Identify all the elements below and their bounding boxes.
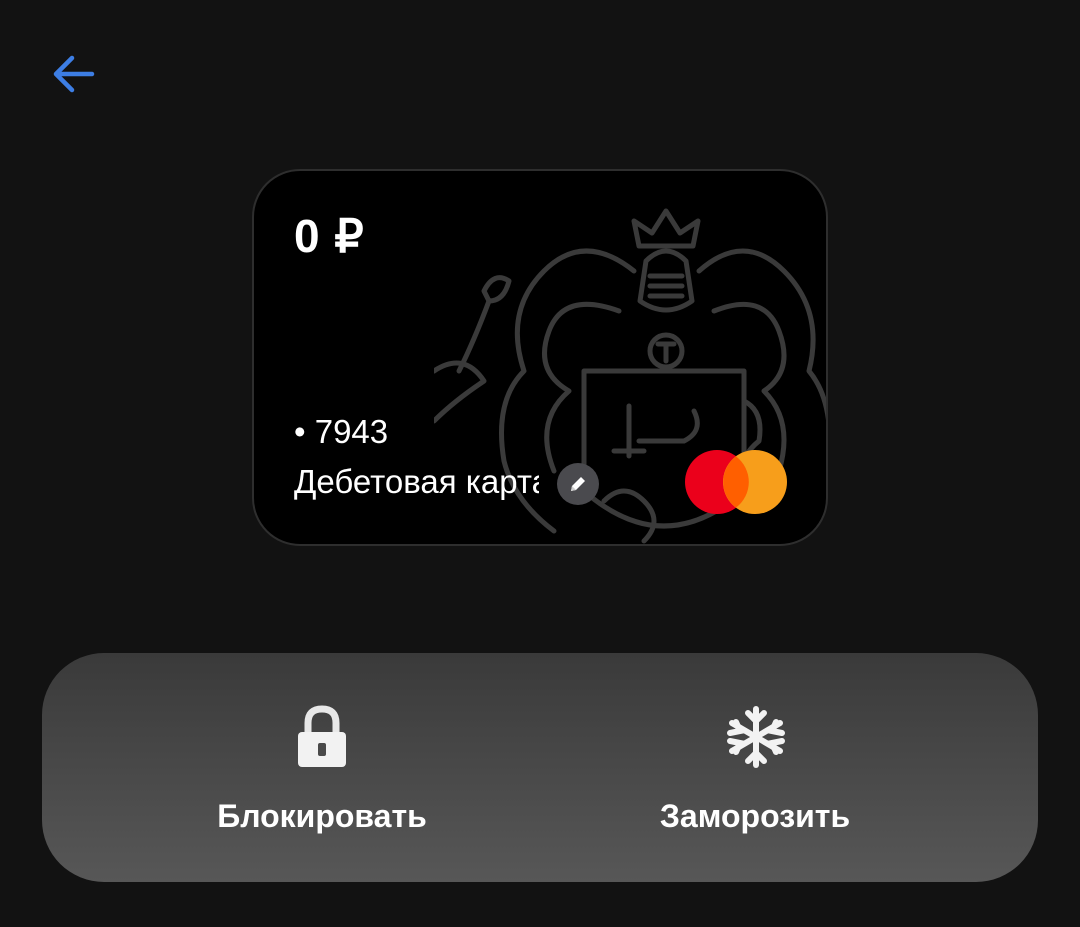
mastercard-logo: [685, 450, 787, 514]
pencil-icon: [571, 477, 585, 491]
back-button[interactable]: [44, 44, 104, 104]
lock-icon: [298, 705, 346, 767]
arrow-left-icon: [53, 55, 95, 93]
card-name: Дебетовая карта: [294, 463, 539, 500]
card-actions-panel: Блокировать Заморозить: [42, 653, 1038, 882]
snowflake-icon: [727, 706, 785, 768]
block-card-label: Блокировать: [217, 798, 427, 834]
freeze-card-label: Заморозить: [659, 798, 851, 834]
freeze-card-button[interactable]: Заморозить: [540, 653, 1038, 882]
debit-card[interactable]: 0 ₽ • 7943 Дебетовая карта: [252, 169, 828, 546]
card-number-masked: • 7943: [294, 413, 389, 450]
card-balance: 0 ₽: [294, 210, 365, 262]
block-card-button[interactable]: Блокировать: [42, 653, 540, 882]
edit-card-name-button[interactable]: [557, 463, 599, 505]
